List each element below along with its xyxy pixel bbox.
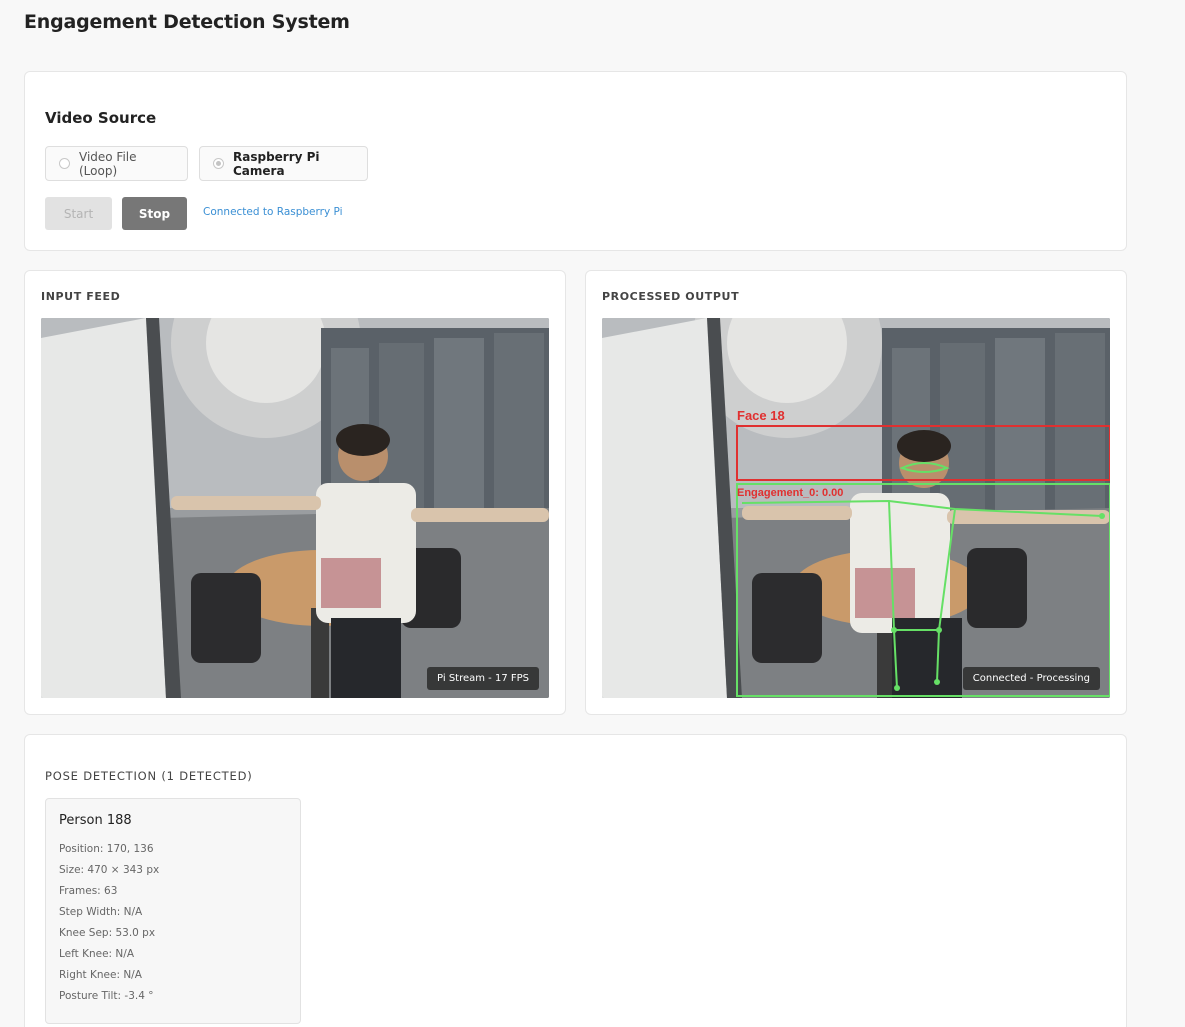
video-source-title: Video Source bbox=[45, 109, 157, 127]
processed-output-label: PROCESSED OUTPUT bbox=[602, 290, 740, 303]
start-button[interactable]: Start bbox=[45, 197, 112, 230]
person-card: Person 188 Position: 170, 136 Size: 470 … bbox=[45, 798, 301, 1024]
metric-size: Size: 470 × 343 px bbox=[59, 864, 160, 876]
raspberry-pi-label: Raspberry Pi Camera bbox=[233, 149, 320, 178]
connection-status: Connected to Raspberry Pi bbox=[203, 206, 343, 218]
input-video-image bbox=[41, 318, 549, 698]
metric-knee-sep: Knee Sep: 53.0 px bbox=[59, 927, 156, 939]
output-status-badge: Connected - Processing bbox=[962, 667, 1100, 690]
metric-frames: Frames: 63 bbox=[59, 885, 118, 897]
video-source-panel: Video Source Video File (Loop) Raspberry… bbox=[24, 71, 1127, 251]
video-file-option[interactable]: Video File (Loop) bbox=[45, 146, 188, 181]
input-feed-panel: INPUT FEED Pi Stream - 17 FPS bbox=[24, 270, 566, 715]
raspberry-pi-option[interactable]: Raspberry Pi Camera bbox=[199, 146, 368, 181]
pose-detection-title: POSE DETECTION (1 DETECTED) bbox=[45, 769, 253, 783]
processed-output-panel: PROCESSED OUTPUT Face 18 Engagement_0: 0… bbox=[585, 270, 1127, 715]
metric-posture-tilt: Posture Tilt: -3.4 ° bbox=[59, 990, 154, 1002]
page-title: Engagement Detection System bbox=[24, 11, 350, 33]
metric-position: Position: 170, 136 bbox=[59, 843, 154, 855]
metric-step-width: Step Width: N/A bbox=[59, 906, 143, 918]
input-video-frame: Pi Stream - 17 FPS bbox=[41, 318, 549, 698]
output-video-frame: Face 18 Engagement_0: 0.00 Connected - P… bbox=[602, 318, 1110, 698]
input-fps-badge: Pi Stream - 17 FPS bbox=[427, 667, 539, 690]
metric-right-knee: Right Knee: N/A bbox=[59, 969, 142, 981]
engagement-annotation-label: Engagement_0: 0.00 bbox=[737, 487, 843, 499]
stop-button[interactable]: Stop bbox=[122, 197, 187, 230]
output-video-image: Face 18 Engagement_0: 0.00 bbox=[602, 318, 1110, 698]
metric-left-knee: Left Knee: N/A bbox=[59, 948, 135, 960]
input-feed-label: INPUT FEED bbox=[41, 290, 121, 303]
radio-checked-icon[interactable] bbox=[213, 158, 224, 169]
face-annotation-label: Face 18 bbox=[737, 408, 785, 423]
video-file-label: Video File (Loop) bbox=[79, 149, 137, 178]
person-name: Person 188 bbox=[59, 813, 132, 828]
pose-detection-panel: POSE DETECTION (1 DETECTED) Person 188 P… bbox=[24, 734, 1127, 1027]
radio-unchecked-icon[interactable] bbox=[59, 158, 70, 169]
